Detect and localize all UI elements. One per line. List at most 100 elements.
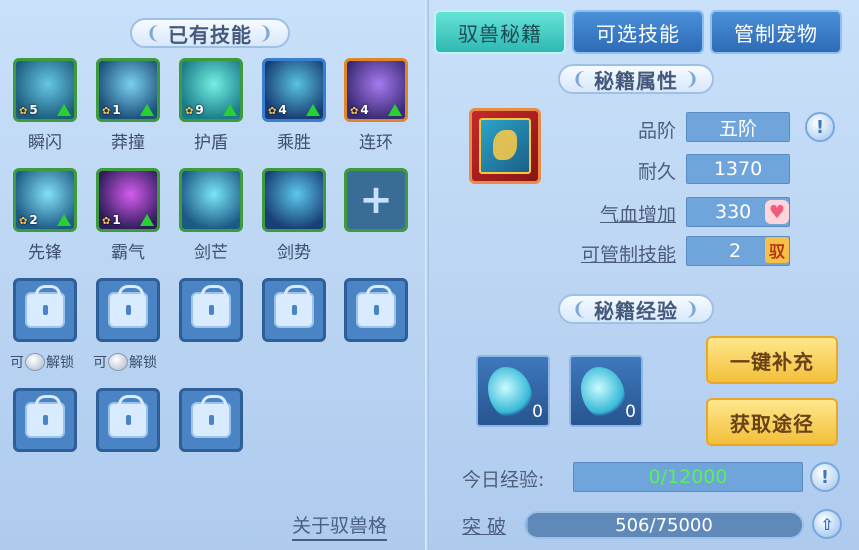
skill-level-number: 5 (29, 103, 38, 117)
skill-name: 先锋 (28, 243, 62, 263)
silver-coin-icon (108, 353, 128, 371)
skill-slot[interactable] (179, 168, 243, 232)
beast-head-icon (488, 367, 532, 419)
skill-name: 剑势 (277, 243, 311, 263)
lock-icon (191, 285, 231, 328)
durability-value: 1370 (686, 154, 790, 184)
about-beast-slot-link[interactable]: 关于驭兽格 (292, 511, 388, 541)
skill-name: 乘胜 (277, 133, 311, 153)
plus-icon: + (359, 177, 393, 223)
today-exp-help-icon[interactable]: ! (810, 462, 840, 492)
book-cover (479, 118, 531, 174)
skill-level: ✿ 4 (268, 103, 287, 117)
swirl-left-icon: ❨ (145, 22, 162, 44)
hp-bonus-label[interactable]: 气血增加 (556, 200, 676, 227)
swirl-right-icon: ❩ (684, 68, 701, 90)
locked-slot[interactable] (344, 278, 408, 342)
skill-slot[interactable]: ✿ 9 (179, 58, 243, 122)
paw-icon: ✿ (19, 216, 28, 227)
skill-slot[interactable]: ✿ 4 (262, 58, 326, 122)
skill-name: 霸气 (111, 243, 145, 263)
controllable-skills-label[interactable]: 可管制技能 (556, 240, 676, 267)
lock-icon (356, 285, 396, 328)
unlock-prefix: 可 (10, 355, 24, 371)
one-click-refill-button[interactable]: 一键补充 (706, 336, 838, 384)
paw-icon: ✿ (185, 106, 194, 117)
unlock-prefix: 可 (93, 355, 107, 371)
unlock-hint[interactable]: 可 解锁 (10, 352, 74, 372)
upgrade-arrow-icon (388, 104, 402, 116)
upgrade-arrow-icon (306, 104, 320, 116)
grade-label: 品阶 (637, 120, 676, 142)
paw-icon: ✿ (268, 106, 277, 117)
swirl-left-icon: ❨ (571, 298, 588, 320)
today-exp-label: 今日经验: (462, 469, 545, 491)
locked-slot[interactable] (96, 278, 160, 342)
paw-icon: ✿ (19, 106, 28, 117)
panel-divider (425, 0, 429, 550)
durability-label: 耐久 (637, 161, 676, 183)
paw-icon: ✿ (102, 106, 111, 117)
skill-name: 莽撞 (111, 133, 145, 153)
skill-slot[interactable]: ✿ 1 (96, 168, 160, 232)
today-exp-value: 0/12000 (573, 462, 803, 492)
exp-item-1[interactable]: 0 (476, 355, 550, 427)
breakthrough-value: 506/75000 (615, 514, 713, 536)
skill-name: 剑芒 (194, 243, 228, 263)
swirl-left-icon: ❨ (571, 68, 588, 90)
locked-slot[interactable] (179, 388, 243, 452)
manual-experience-title: ❨ 秘籍经验 ❩ (558, 294, 714, 324)
obtain-route-button[interactable]: 获取途径 (706, 398, 838, 446)
breakthrough-label[interactable]: 突 破 (462, 512, 506, 539)
exp-item-count: 0 (625, 402, 636, 422)
yu-badge-icon: 驭 (765, 237, 789, 263)
skill-level-number: 9 (195, 103, 204, 117)
skill-name: 护盾 (194, 133, 228, 153)
skill-slot[interactable]: ✿ 5 (13, 58, 77, 122)
silver-coin-icon (25, 353, 45, 371)
locked-slot[interactable] (13, 388, 77, 452)
skill-level: ✿ 5 (19, 103, 38, 117)
locked-slot[interactable] (13, 278, 77, 342)
paw-icon: ✿ (350, 106, 359, 117)
skill-slot[interactable]: ✿ 1 (96, 58, 160, 122)
tab-optional-skills[interactable]: 可选技能 (572, 10, 704, 54)
manual-attributes-title-text: 秘籍属性 (594, 68, 678, 93)
add-skill-button[interactable]: + (344, 168, 408, 232)
skill-level: ✿ 9 (185, 103, 204, 117)
swirl-right-icon: ❩ (684, 298, 701, 320)
lock-icon (25, 285, 65, 328)
grade-help-icon[interactable]: ! (805, 112, 835, 142)
locked-slot[interactable] (262, 278, 326, 342)
skill-slot[interactable] (262, 168, 326, 232)
lock-icon (274, 285, 314, 328)
upgrade-arrow-icon (223, 104, 237, 116)
manual-book-icon[interactable] (469, 108, 541, 184)
unlock-hint[interactable]: 可 解锁 (93, 352, 157, 372)
exp-item-count: 0 (532, 402, 543, 422)
skill-level-number: 1 (112, 213, 121, 227)
exp-item-2[interactable]: 0 (569, 355, 643, 427)
skill-level: ✿ 2 (19, 213, 38, 227)
unlock-label: 解锁 (129, 355, 157, 371)
tab-beast-manual[interactable]: 驭兽秘籍 (434, 10, 566, 54)
locked-slot[interactable] (179, 278, 243, 342)
locked-slot[interactable] (96, 388, 160, 452)
unlock-label: 解锁 (46, 355, 74, 371)
lock-icon (25, 395, 65, 438)
tab-controlled-pets[interactable]: 管制宠物 (710, 10, 842, 54)
skill-level-number: 1 (112, 103, 121, 117)
swirl-right-icon: ❩ (258, 22, 275, 44)
lock-icon (191, 395, 231, 438)
skill-slot[interactable]: ✿ 2 (13, 168, 77, 232)
upgrade-arrow-icon (57, 214, 71, 226)
skill-slot[interactable]: ✿ 4 (344, 58, 408, 122)
skill-level-number: 4 (360, 103, 369, 117)
breakthrough-upgrade-icon[interactable]: ⇧ (812, 509, 842, 539)
skill-name: 连环 (359, 133, 393, 153)
paw-icon: ✿ (102, 216, 111, 227)
upgrade-arrow-icon (57, 104, 71, 116)
heart-icon: ♥ (765, 200, 789, 224)
manual-attributes-title: ❨ 秘籍属性 ❩ (558, 64, 714, 94)
owned-skills-title-text: 已有技能 (168, 22, 252, 47)
